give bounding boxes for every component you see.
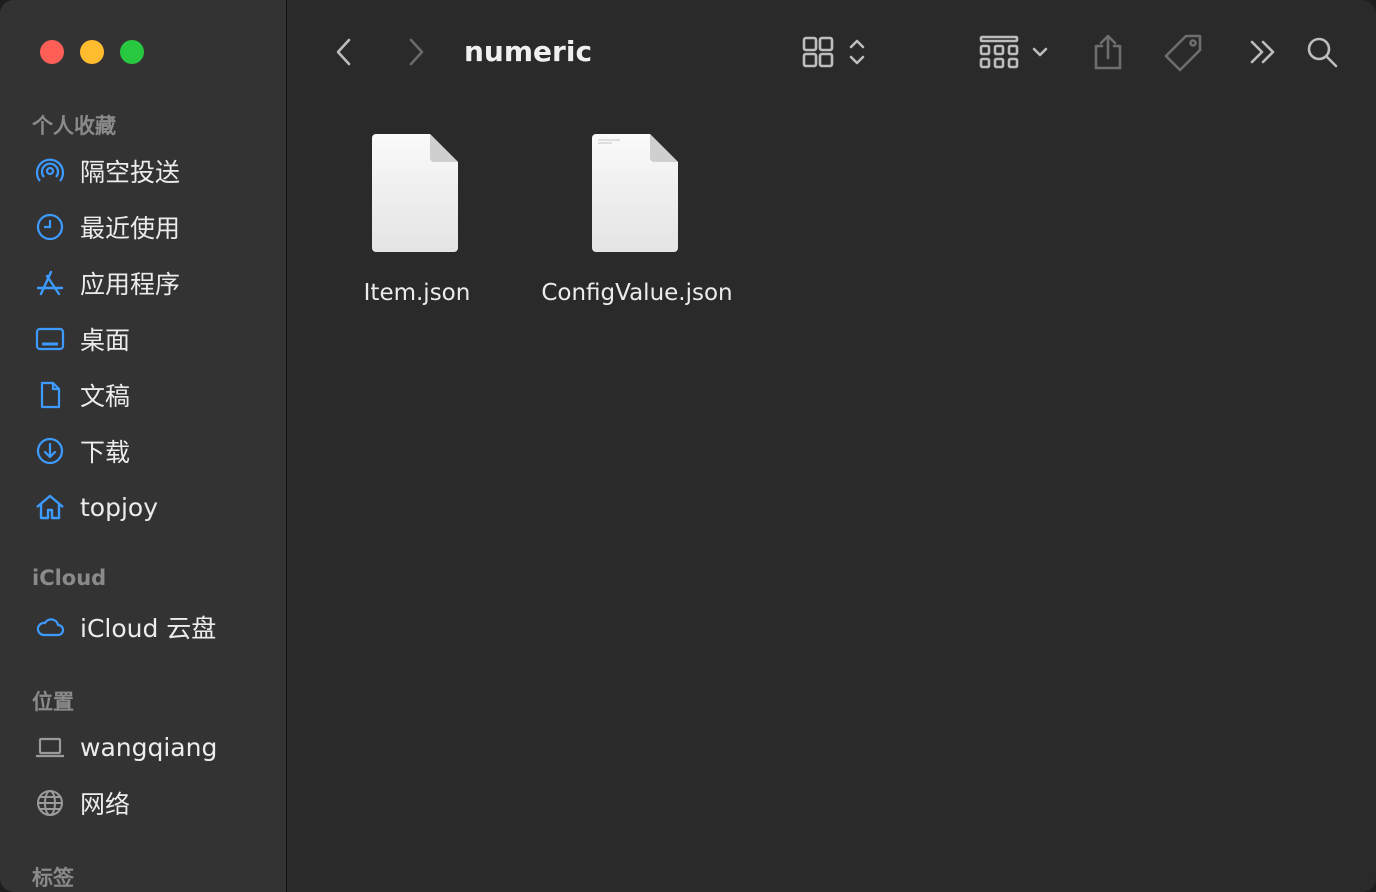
- file-item[interactable]: ConfigValue.json: [537, 130, 737, 306]
- forward-button[interactable]: [400, 30, 432, 74]
- back-button[interactable]: [328, 30, 360, 74]
- file-name: Item.json: [363, 280, 471, 306]
- file-name: ConfigValue.json: [541, 280, 733, 306]
- close-button[interactable]: [40, 40, 64, 64]
- sidebar-item-label: 文稿: [80, 382, 131, 411]
- download-icon: [32, 433, 68, 469]
- group-icon: [979, 35, 1048, 69]
- applications-icon: [32, 265, 68, 301]
- json-file-icon: [592, 134, 678, 252]
- home-icon: [32, 489, 68, 525]
- sidebar-item-label: 桌面: [80, 326, 131, 355]
- view-mode-button[interactable]: [800, 30, 872, 74]
- sidebar-item-recents[interactable]: 最近使用: [32, 205, 272, 249]
- document-icon: [32, 377, 68, 413]
- sidebar-item-home[interactable]: topjoy: [32, 485, 272, 529]
- sidebar-item-network[interactable]: 网络: [32, 781, 272, 825]
- toolbar: numeric: [288, 0, 1376, 104]
- cloud-icon: [32, 609, 68, 645]
- main-content: numeric Item.json ConfigValue.json: [288, 0, 1376, 892]
- chevron-right-icon: [409, 38, 424, 66]
- window-title: numeric: [464, 35, 593, 68]
- chevron-left-icon: [336, 38, 351, 66]
- clock-icon: [32, 209, 68, 245]
- laptop-icon: [32, 729, 68, 765]
- window-controls: [40, 40, 144, 64]
- sidebar-item-airdrop[interactable]: 隔空投送: [32, 149, 272, 193]
- sidebar-item-label: 最近使用: [80, 214, 181, 243]
- tag-button[interactable]: [1162, 30, 1206, 74]
- desktop-icon: [32, 321, 68, 357]
- sidebar-item-icloud-drive[interactable]: iCloud 云盘: [32, 605, 272, 649]
- finder-window: 个人收藏 隔空投送 最近使用 应用程序 桌面 文稿 下载 topjoy iClo…: [0, 0, 1376, 892]
- json-file-icon: [372, 134, 458, 252]
- sidebar-item-label: iCloud 云盘: [80, 614, 217, 643]
- sidebar-item-label: wangqiang: [80, 732, 218, 762]
- grid-view-icon: [802, 36, 865, 68]
- tag-icon: [1164, 34, 1202, 72]
- locations-section-title: 位置: [32, 690, 74, 714]
- tags-section-title: 标签: [32, 866, 74, 890]
- share-icon: [1094, 34, 1122, 70]
- favorites-section-title: 个人收藏: [32, 114, 116, 138]
- sidebar-item-label: 隔空投送: [80, 158, 181, 187]
- zoom-button[interactable]: [120, 40, 144, 64]
- sidebar-item-label: 应用程序: [80, 270, 181, 299]
- airdrop-icon: [32, 153, 68, 189]
- sidebar-item-label: 网络: [80, 790, 131, 819]
- search-button[interactable]: [1304, 30, 1340, 74]
- group-by-button[interactable]: [978, 30, 1052, 74]
- sidebar-item-downloads[interactable]: 下载: [32, 429, 272, 473]
- search-icon: [1307, 37, 1338, 68]
- globe-icon: [32, 785, 68, 821]
- sidebar-item-applications[interactable]: 应用程序: [32, 261, 272, 305]
- minimize-button[interactable]: [80, 40, 104, 64]
- chevron-double-right-icon: [1250, 40, 1275, 64]
- share-button[interactable]: [1090, 30, 1126, 74]
- icloud-section-title: iCloud: [32, 566, 107, 590]
- more-toolbar-button[interactable]: [1246, 30, 1280, 74]
- sidebar-item-desktop[interactable]: 桌面: [32, 317, 272, 361]
- sidebar: 个人收藏 隔空投送 最近使用 应用程序 桌面 文稿 下载 topjoy iClo…: [0, 0, 287, 892]
- sidebar-item-label: topjoy: [80, 492, 159, 522]
- sidebar-item-computer[interactable]: wangqiang: [32, 725, 272, 769]
- sidebar-item-documents[interactable]: 文稿: [32, 373, 272, 417]
- file-item[interactable]: Item.json: [317, 130, 517, 306]
- sidebar-item-label: 下载: [80, 438, 131, 467]
